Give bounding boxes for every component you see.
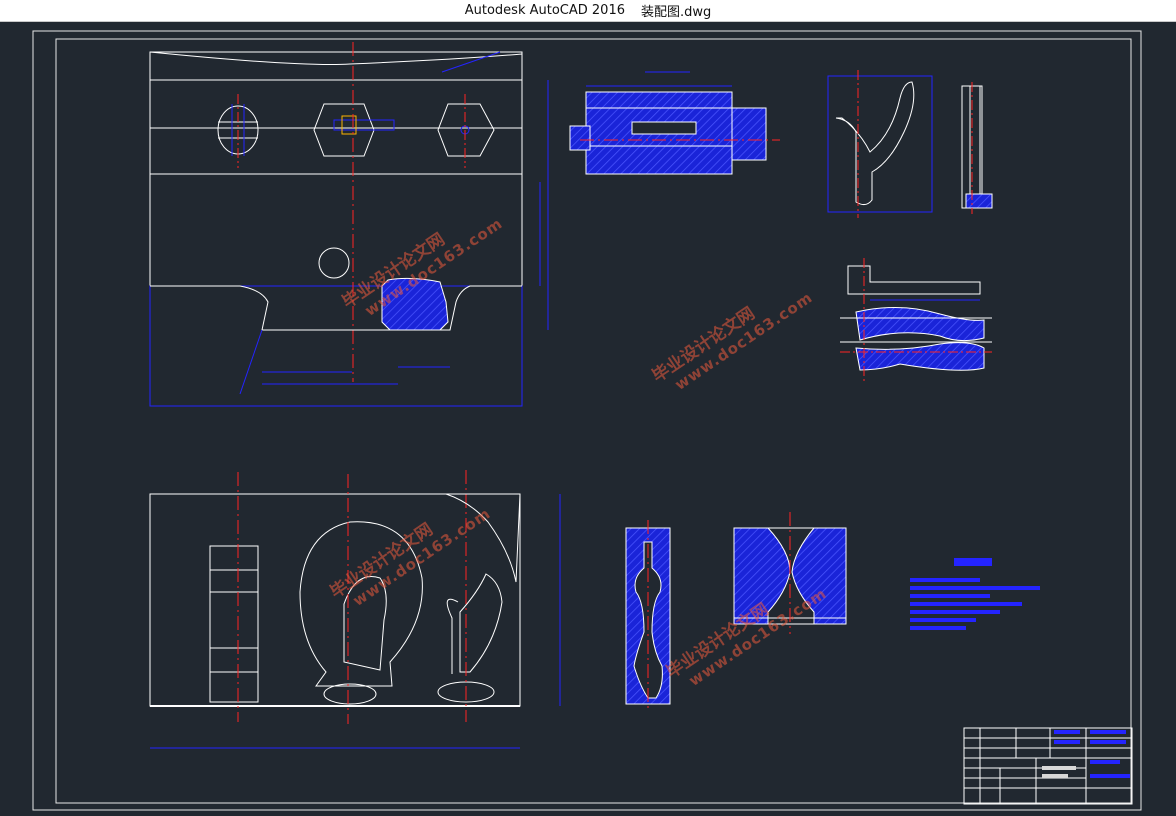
section-views-bottom — [625, 512, 847, 712]
front-view-top — [149, 42, 549, 407]
technical-notes — [910, 558, 1040, 630]
part-detail-right — [840, 258, 992, 382]
file-name: 装配图.dwg — [640, 5, 712, 20]
cad-drawing[interactable] — [0, 22, 1176, 816]
title-block — [963, 727, 1133, 805]
section-view-top — [569, 71, 780, 175]
fork-views-top — [827, 70, 993, 218]
drawing-canvas[interactable]: 毕业设计论文网 www.doc163.com 毕业设计论文网 www.doc163.… — [0, 22, 1176, 816]
app-name: Autodesk AutoCAD 2016 — [464, 3, 625, 18]
window-title-bar: Autodesk AutoCAD 2016 装配图.dwg — [0, 0, 1176, 22]
top-view-bottom — [149, 470, 561, 749]
